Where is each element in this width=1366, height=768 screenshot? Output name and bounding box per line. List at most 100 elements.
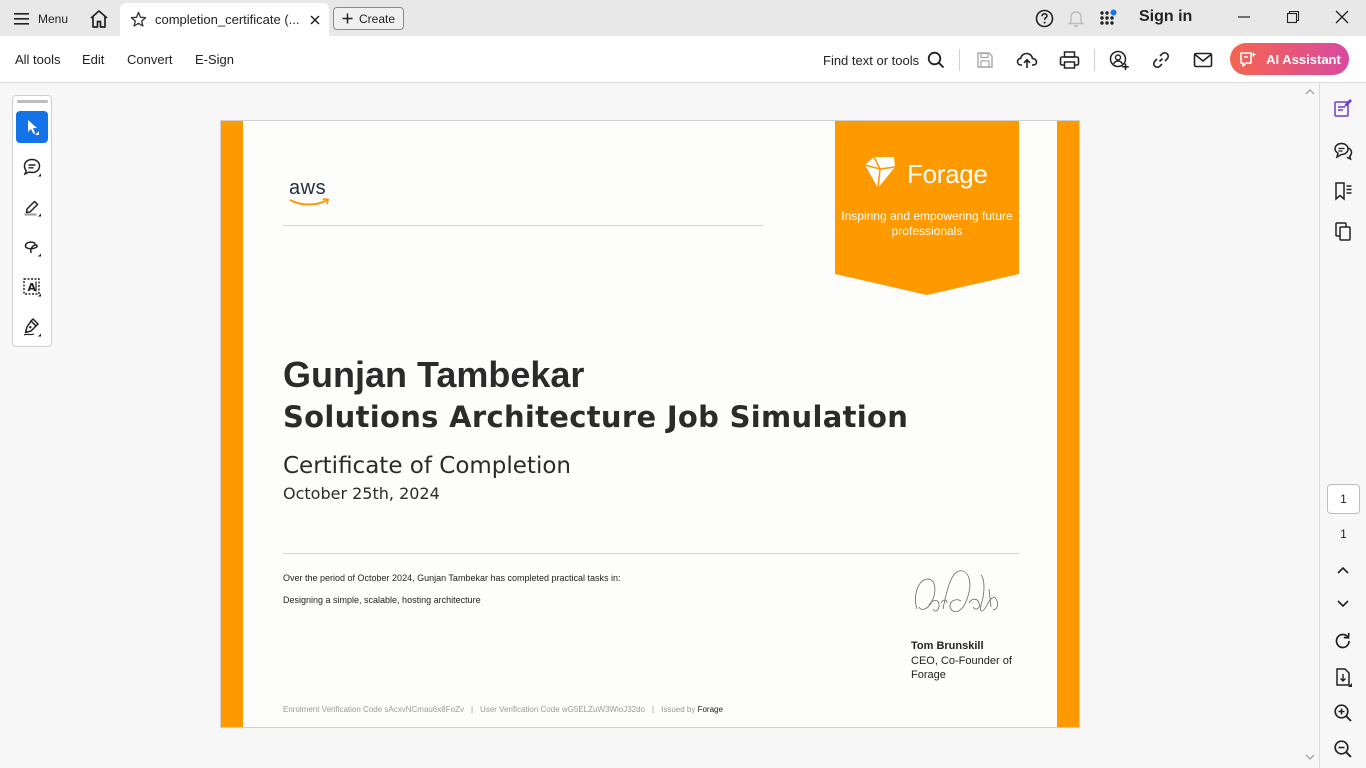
main-toolbar: All tools Edit Convert E-Sign Find text … [0, 36, 1366, 83]
next-page-button[interactable] [1332, 593, 1354, 615]
home-button[interactable] [88, 8, 110, 30]
apps-grid-icon [1099, 9, 1116, 25]
email-icon [1193, 52, 1213, 68]
comments-panel-icon [1334, 142, 1353, 161]
lasso-draw-icon [24, 241, 41, 257]
bookmarks-icon [1335, 182, 1352, 201]
forage-tagline: Inspiring and empowering future professi… [841, 209, 1013, 238]
highlight-tool-button[interactable] [16, 191, 48, 223]
bookmarks-panel-button[interactable] [1332, 180, 1354, 202]
ai-assistant-button[interactable]: AI Assistant [1230, 43, 1349, 75]
zoom-out-button[interactable] [1332, 738, 1354, 760]
verification-footer: Enrolment Verification Code sAcxvNCmau6x… [283, 705, 723, 714]
previous-page-button[interactable] [1332, 559, 1354, 581]
quick-tools-palette: A [12, 95, 52, 347]
forage-wordmark: Forage [907, 159, 988, 189]
create-label: Create [358, 11, 396, 26]
toolbar-divider [959, 49, 960, 71]
total-pages: 1 [1340, 527, 1347, 541]
edit-pdf-icon [1334, 99, 1352, 117]
copy-link-button[interactable] [1150, 49, 1172, 71]
left-orange-band [221, 121, 243, 727]
print-button[interactable] [1058, 49, 1080, 71]
save-button[interactable] [974, 49, 996, 71]
e-sign-menu[interactable]: E-Sign [195, 52, 234, 67]
forage-banner [835, 121, 1019, 295]
issued-by-label: Issued by [661, 705, 696, 714]
pdf-page: aws Forage Inspiring and empowering futu… [220, 120, 1080, 728]
tab-title: completion_certificate (... [155, 12, 300, 27]
edit-menu[interactable]: Edit [82, 52, 104, 67]
scroll-down-icon[interactable] [1305, 753, 1315, 761]
select-arrow-icon [28, 120, 39, 135]
find-label: Find text or tools [823, 52, 920, 68]
title-bar: Menu completion_certificate (... Create … [0, 0, 1366, 36]
convert-menu[interactable]: Convert [127, 52, 173, 67]
sign-tool-button[interactable] [16, 311, 48, 343]
page-fit-icon [1336, 668, 1352, 687]
all-tools-menu[interactable]: All tools [15, 52, 61, 67]
recipient-name: Gunjan Tambekar [283, 354, 585, 395]
user-verification-code: User Verification Code wG5ELZuW3WioJ32do [480, 705, 646, 714]
share-user-icon [1109, 50, 1129, 70]
scroll-up-icon[interactable] [1305, 88, 1315, 96]
notifications-button[interactable] [1066, 8, 1086, 28]
aws-logo: aws [289, 177, 333, 209]
pages-panel-icon [1335, 222, 1351, 241]
chevron-up-icon [1337, 566, 1349, 574]
completed-task: Designing a simple, scalable, hosting ar… [283, 595, 481, 605]
share-button[interactable] [1108, 49, 1130, 71]
zoom-in-icon [1334, 704, 1352, 722]
zoom-out-icon [1334, 740, 1352, 758]
palette-drag-handle[interactable] [17, 100, 48, 103]
upload-button[interactable] [1016, 49, 1038, 71]
select-tool-button[interactable] [16, 111, 48, 143]
zoom-in-button[interactable] [1332, 702, 1354, 724]
pages-panel-button[interactable] [1332, 220, 1354, 242]
signer-name: Tom Brunskill [911, 640, 984, 652]
signer-title: CEO, Co-Founder of Forage [911, 655, 1012, 681]
svg-text:A: A [28, 281, 37, 294]
chevron-down-icon [1337, 600, 1349, 608]
minimize-icon [1238, 16, 1250, 18]
link-icon [1152, 51, 1170, 69]
right-orange-band [1057, 121, 1079, 727]
email-button[interactable] [1192, 49, 1214, 71]
close-tab-icon[interactable] [309, 14, 321, 26]
comment-tool-button[interactable] [16, 151, 48, 183]
find-text-or-tools[interactable]: Find text or tools [823, 51, 945, 69]
draw-tool-button[interactable] [16, 231, 48, 263]
text-select-tool-button[interactable]: A [16, 271, 48, 303]
text-select-icon: A [23, 278, 41, 297]
current-page-input[interactable]: 1 [1327, 484, 1360, 514]
body-divider [283, 553, 1019, 554]
help-button[interactable] [1034, 8, 1054, 28]
restore-button[interactable] [1281, 6, 1305, 28]
comments-panel-button[interactable] [1332, 140, 1354, 162]
menu-button[interactable]: Menu [14, 9, 68, 29]
create-button[interactable]: Create [333, 7, 404, 30]
plus-icon [342, 13, 353, 24]
sign-pen-icon [23, 317, 41, 337]
ai-assistant-label: AI Assistant [1266, 51, 1341, 67]
menu-label: Menu [38, 12, 69, 26]
search-icon [927, 51, 945, 69]
edit-pdf-button[interactable] [1332, 97, 1354, 119]
page-fit-button[interactable] [1332, 666, 1354, 688]
document-scrollbar[interactable] [1304, 83, 1316, 768]
minimize-button[interactable] [1232, 6, 1256, 28]
star-icon[interactable] [130, 11, 147, 28]
header-divider [283, 225, 763, 226]
toolbar-divider [1094, 49, 1095, 71]
enrolment-verification-code: Enrolment Verification Code sAcxvNCmau6x… [283, 705, 464, 714]
comment-icon [23, 158, 41, 177]
handwritten-signature [915, 570, 998, 613]
document-tab[interactable]: completion_certificate (... [120, 3, 329, 36]
apps-button[interactable] [1098, 8, 1118, 28]
restore-icon [1286, 10, 1300, 24]
issuer-name: Forage [697, 705, 723, 714]
rotate-button[interactable] [1332, 630, 1354, 652]
completion-statement: Over the period of October 2024, Gunjan … [283, 573, 621, 583]
close-window-button[interactable] [1330, 6, 1354, 28]
sign-in-button[interactable]: Sign in [1139, 8, 1192, 26]
